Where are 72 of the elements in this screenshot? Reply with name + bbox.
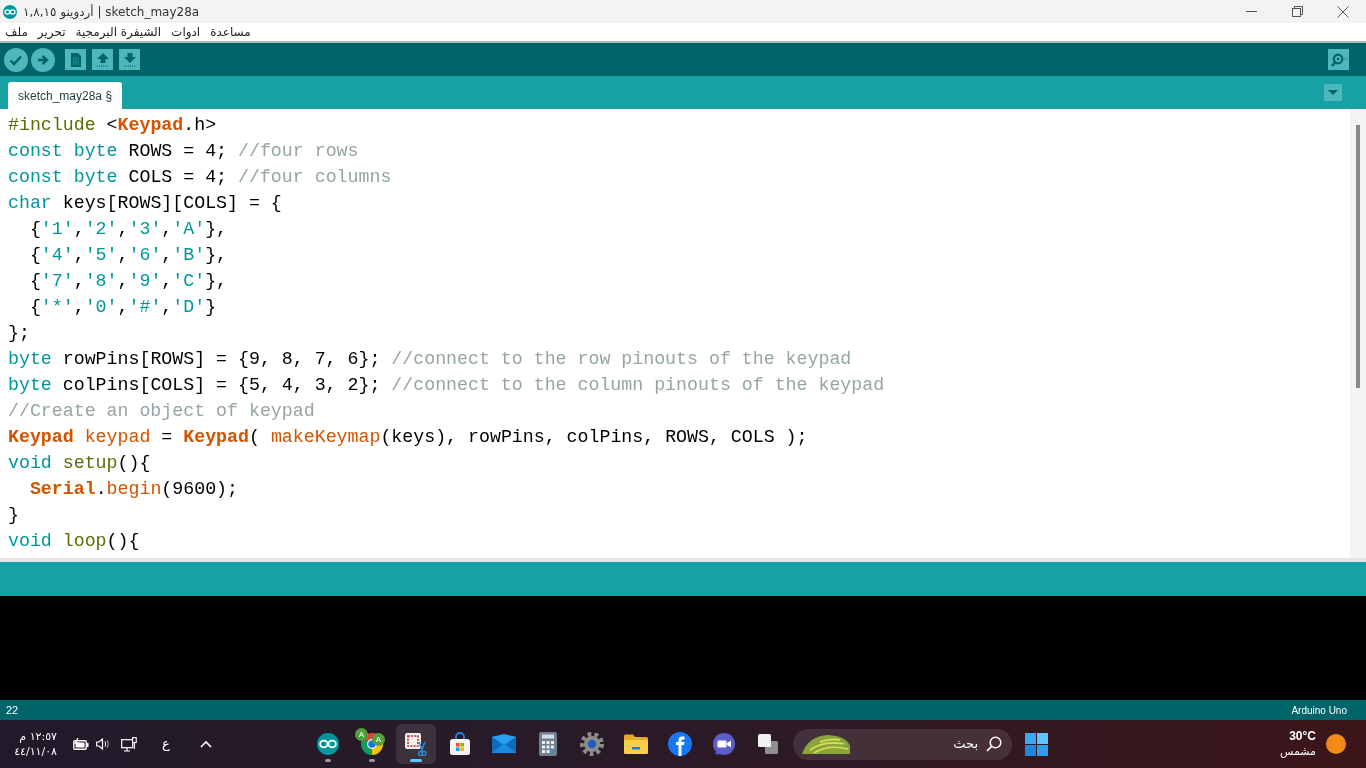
video-camera-icon bbox=[712, 732, 736, 756]
code-line: void setup(){ bbox=[8, 452, 151, 475]
arrow-button[interactable] bbox=[31, 47, 55, 72]
down-arrow-icon bbox=[123, 52, 136, 67]
infinity-logo-icon bbox=[317, 733, 339, 755]
code-line: byte colPins[COLS] = {5, 4, 3, 2}; //connect to the column pinouts of the keypad bbox=[8, 374, 885, 397]
folder-icon bbox=[624, 733, 648, 755]
menu-item[interactable]: الشيفرة البرمجية bbox=[75, 23, 162, 41]
code-line: void loop(){ bbox=[8, 530, 140, 553]
envelope-icon bbox=[492, 734, 516, 754]
code-line: byte rowPins[ROWS] = {9, 8, 7, 6}; //connect to the row pinouts of the keypad bbox=[8, 348, 852, 371]
infinity-logo-icon bbox=[3, 4, 17, 19]
minimize-icon bbox=[1245, 11, 1257, 12]
leaf-illustration bbox=[800, 734, 850, 754]
right-arrow-icon bbox=[37, 53, 49, 66]
restore-icon bbox=[1291, 6, 1303, 17]
code-line: char keys[ROWS][COLS] = { bbox=[8, 192, 282, 215]
gear-icon bbox=[580, 732, 604, 756]
taskbar-app-button[interactable] bbox=[396, 724, 436, 764]
window-title: أردوينو ١,٨,١٥ | sketch_may28a bbox=[23, 3, 200, 21]
search-bar[interactable]: بحث bbox=[793, 728, 1012, 760]
code-line: Keypad keypad = Keypad( makeKeymap(keys), rowPins, colPins, ROWS, COLS ); bbox=[8, 426, 808, 449]
check-button[interactable] bbox=[4, 47, 28, 72]
hidden-icons-button[interactable] bbox=[199, 740, 212, 748]
dropdown-button[interactable] bbox=[1324, 84, 1342, 101]
document-icon bbox=[69, 52, 82, 67]
clock-date[interactable]: ٤٤/١١/٠٨ bbox=[14, 744, 57, 759]
code-line: {'4','5','6','B'}, bbox=[29, 244, 228, 267]
chevron-up-icon bbox=[199, 740, 212, 748]
sun-icon[interactable] bbox=[1326, 734, 1346, 754]
code-line: //Create an object of keypad bbox=[8, 400, 315, 423]
weather-condition[interactable]: مشمس bbox=[1279, 744, 1316, 760]
magnifier-dots-icon bbox=[1330, 52, 1347, 67]
overlapping-squares-icon bbox=[757, 733, 779, 755]
close-icon bbox=[1337, 5, 1349, 18]
avatar-badge: A bbox=[355, 728, 368, 741]
search-input[interactable]: بحث bbox=[850, 734, 978, 754]
code-line: {'*','0','#','D'} bbox=[29, 296, 217, 319]
editor-tab[interactable]: sketch_may28a § bbox=[8, 82, 123, 109]
menu-item[interactable]: مساعدة bbox=[210, 23, 251, 41]
four-squares-icon bbox=[1024, 732, 1048, 756]
clock-time[interactable]: ١٢:٥٧ م bbox=[19, 729, 57, 744]
code-line: {'7','8','9','C'}, bbox=[29, 270, 228, 293]
code-line: Serial.begin(9600); bbox=[29, 478, 238, 501]
round-f-logo-icon bbox=[668, 732, 692, 756]
line-number: 22 bbox=[6, 702, 19, 718]
document-button[interactable] bbox=[65, 49, 86, 70]
code-line: {'1','2','3','A'}, bbox=[29, 218, 228, 241]
code-line: const byte ROWS = 4; //four rows bbox=[8, 140, 359, 163]
code-line: }; bbox=[8, 322, 30, 345]
scissors-icon bbox=[404, 732, 428, 756]
up-arrow-icon bbox=[96, 52, 109, 67]
menu-item[interactable]: ادوات bbox=[171, 23, 201, 41]
search-icon bbox=[986, 736, 1002, 752]
monitor-network-icon[interactable] bbox=[121, 736, 137, 752]
check-icon bbox=[9, 53, 23, 66]
shopping-bag-icon bbox=[448, 732, 472, 756]
battery-charging-icon[interactable] bbox=[73, 738, 89, 750]
speaker-icon[interactable] bbox=[96, 738, 110, 750]
board-name: Arduino Uno bbox=[1291, 703, 1347, 718]
magnifier-button[interactable] bbox=[1328, 49, 1349, 70]
caret-icon bbox=[1328, 90, 1338, 95]
code-line: const byte COLS = 4; //four columns bbox=[8, 166, 392, 189]
weather-temperature[interactable]: 30°C bbox=[1289, 728, 1316, 744]
up-arrow-button[interactable] bbox=[92, 49, 113, 70]
scrollbar-thumb[interactable] bbox=[1356, 125, 1360, 388]
code-line: #include <Keypad.h> bbox=[8, 114, 217, 137]
code-line: } bbox=[8, 504, 19, 527]
calculator-icon bbox=[538, 732, 558, 756]
scrollbar[interactable] bbox=[1350, 109, 1366, 558]
down-arrow-button[interactable] bbox=[119, 49, 140, 70]
language-indicator[interactable]: ع bbox=[162, 734, 170, 754]
